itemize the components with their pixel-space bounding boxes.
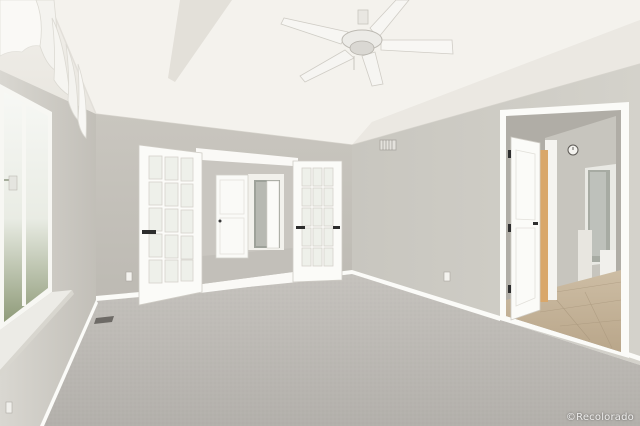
french-door-left <box>138 144 203 306</box>
bathroom-door <box>508 136 541 321</box>
wall-plate <box>5 401 13 414</box>
room-photo: ©Recolorado <box>0 0 640 426</box>
hall-closet-door <box>215 174 249 259</box>
photo-watermark: ©Recolorado <box>565 412 634 423</box>
french-door-right <box>292 160 343 283</box>
air-vent <box>379 139 397 151</box>
